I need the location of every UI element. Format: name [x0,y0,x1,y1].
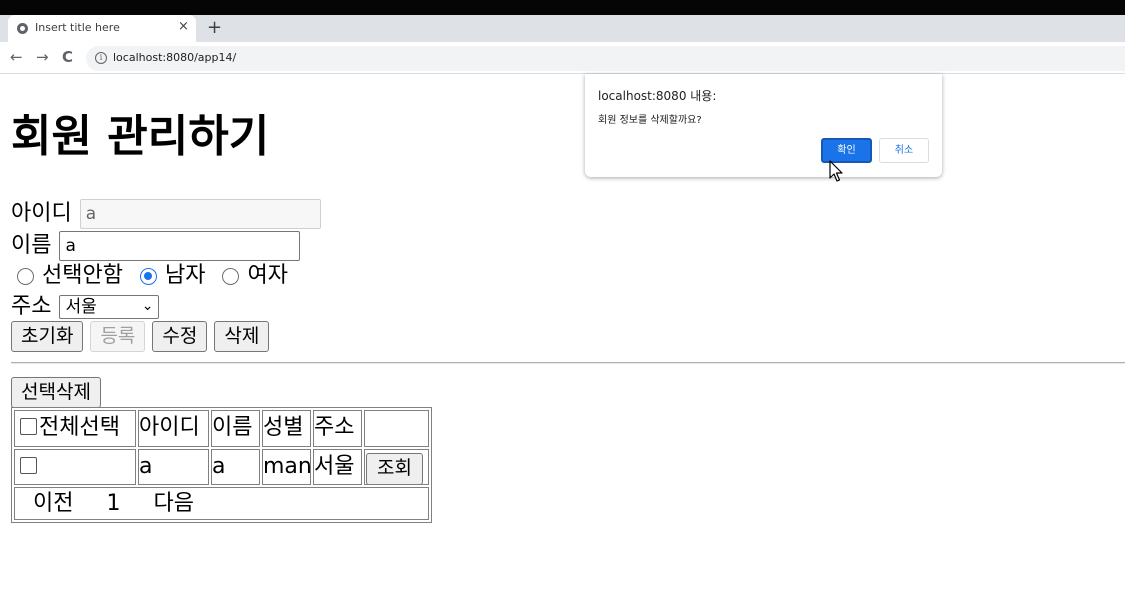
gender-radio-male[interactable] [139,267,157,285]
dialog-message: 회원 정보를 삭제할까요? [598,115,702,126]
confirm-dialog: localhost:8080 내용: 회원 정보를 삭제할까요? 확인 취소 [585,74,942,177]
dialog-title: localhost:8080 내용: [598,89,717,103]
row-checkbox-cell [14,449,136,485]
dialog-cancel-button[interactable]: 취소 [879,138,929,163]
gender-row: 선택안함 남자 여자 [17,261,288,291]
id-label: 아이디 [11,201,72,226]
gender-label-none: 선택안함 [42,263,123,288]
reset-button[interactable]: 초기화 [11,320,84,352]
header-id: 아이디 [138,410,209,447]
gender-radio-none[interactable] [17,267,34,285]
horizontal-rule [11,362,1125,364]
address-label: 주소 [11,294,52,319]
browser-tab[interactable]: Insert title here × [8,15,196,42]
header-name: 이름 [211,410,260,447]
name-input[interactable] [59,231,301,261]
row-name: a [211,449,260,485]
header-select-all-label: 전체선택 [39,415,120,440]
header-gender: 성별 [262,410,311,447]
page-title: 회원 관리하기 [11,111,270,162]
header-address: 주소 [313,410,362,447]
tab-title: Insert title here [35,21,120,34]
reload-icon[interactable]: C [62,48,73,66]
new-tab-icon[interactable]: + [207,17,222,39]
header-select-all: 전체선택 [14,410,136,447]
chevron-down-icon: ⌄ [141,298,154,314]
tab-strip: Insert title here × + [0,15,1125,42]
row-gender: man [262,449,311,485]
globe-icon [17,23,28,34]
select-all-checkbox[interactable] [20,417,37,435]
select-delete-row: 선택삭제 [11,376,108,408]
view-button[interactable]: 조회 [366,453,423,484]
gender-label-male: 남자 [164,263,206,288]
name-row: 이름 [11,231,301,261]
url-text: localhost:8080/app14/ [113,51,237,64]
mouse-pointer-icon [829,160,843,182]
row-id: a [138,449,209,485]
pagination-prev[interactable]: 이전 [33,491,73,516]
id-row: 아이디 [11,199,321,229]
header-action [364,410,429,447]
delete-button[interactable]: 삭제 [214,320,270,352]
register-button[interactable]: 등록 [90,320,146,352]
screen-top-bar [0,0,1125,15]
forward-arrow-icon[interactable]: → [36,48,49,66]
close-tab-icon[interactable]: × [178,20,189,34]
action-buttons: 초기화 등록 수정 삭제 [11,320,276,352]
row-action-cell: 조회 [364,449,429,485]
name-label: 이름 [11,233,52,258]
select-delete-button[interactable]: 선택삭제 [11,376,101,408]
row-address: 서울 [313,449,362,485]
gender-radio-female[interactable] [222,267,240,285]
pagination-page[interactable]: 1 [106,491,120,516]
update-button[interactable]: 수정 [152,320,208,352]
address-bar[interactable]: i localhost:8080/app14/ [86,46,1125,71]
member-table: 전체선택 아이디 이름 성별 주소 a a man 서울 조회 이전 1 다음 [11,407,432,523]
back-arrow-icon[interactable]: ← [10,48,23,66]
address-select[interactable]: 서울 ⌄ [59,295,160,319]
pagination: 이전 1 다음 [14,487,429,520]
browser-toolbar: ← → C i localhost:8080/app14/ [0,42,1125,74]
gender-label-female: 여자 [247,263,288,288]
row-checkbox[interactable] [20,456,37,474]
id-input[interactable] [79,199,321,229]
info-icon[interactable]: i [95,52,107,64]
pagination-next[interactable]: 다음 [153,491,193,516]
address-selected-value: 서울 [65,297,97,317]
address-row: 주소 서울 ⌄ [11,292,160,322]
